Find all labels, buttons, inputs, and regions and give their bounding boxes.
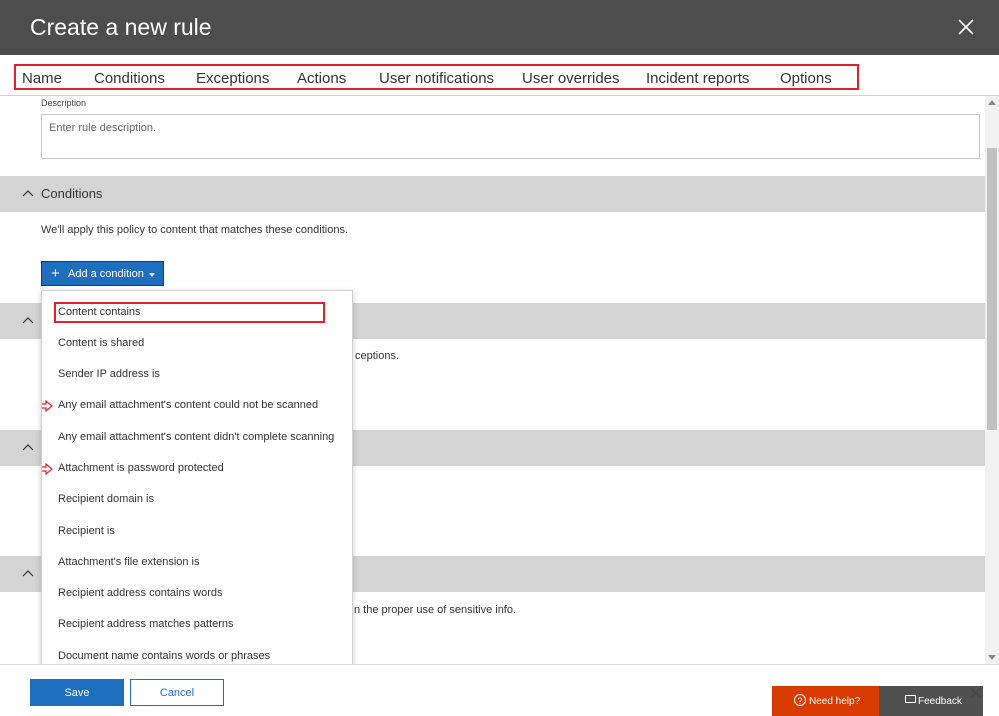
tab-name[interactable]: Name <box>22 70 62 87</box>
arrow-right-icon <box>42 400 53 412</box>
panel-footer: Save Cancel ? Need help? Feedback <box>0 664 999 716</box>
tab-options[interactable]: Options <box>780 70 832 87</box>
menu-item-file-extension[interactable]: Attachment's file extension is <box>58 556 200 568</box>
chevron-up-icon[interactable] <box>22 315 34 325</box>
menu-item-sender-ip[interactable]: Sender IP address is <box>58 368 160 380</box>
feedback-button[interactable]: Feedback <box>879 686 983 716</box>
help-icon: ? <box>794 694 806 706</box>
menu-item-attachment-scan-incomplete[interactable]: Any email attachment's content didn't co… <box>58 431 334 443</box>
conditions-section-title: Conditions <box>41 186 103 201</box>
scroll-up-icon[interactable] <box>988 100 996 105</box>
menu-item-content-is-shared[interactable]: Content is shared <box>58 337 144 349</box>
menu-item-address-matches-patterns[interactable]: Recipient address matches patterns <box>58 618 233 630</box>
feedback-label: Feedback <box>918 696 962 707</box>
menu-item-recipient-is[interactable]: Recipient is <box>58 525 115 537</box>
add-condition-label: Add a condition <box>68 268 144 280</box>
chevron-up-icon[interactable] <box>22 188 34 198</box>
rule-form-content: Description Conditions We'll apply this … <box>0 96 985 664</box>
save-button[interactable]: Save <box>30 679 124 706</box>
exceptions-description-fragment: ceptions. <box>355 350 400 362</box>
cancel-button[interactable]: Cancel <box>130 679 224 706</box>
vertical-scrollbar[interactable] <box>985 96 999 664</box>
need-help-button[interactable]: ? Need help? <box>772 686 879 716</box>
tab-actions[interactable]: Actions <box>297 70 346 87</box>
description-label: Description <box>41 98 87 108</box>
description-input[interactable] <box>42 115 979 141</box>
conditions-section-header[interactable]: Conditions <box>0 176 985 212</box>
menu-item-attachment-not-scanned[interactable]: Any email attachment's content could not… <box>58 399 318 411</box>
plus-icon: + <box>51 265 60 282</box>
tab-conditions[interactable]: Conditions <box>94 70 165 87</box>
feedback-icon <box>905 695 916 703</box>
menu-item-recipient-domain[interactable]: Recipient domain is <box>58 493 154 505</box>
menu-item-address-contains-words[interactable]: Recipient address contains words <box>58 587 222 599</box>
menu-item-document-name-contains[interactable]: Document name contains words or phrases <box>58 650 270 662</box>
menu-item-password-protected[interactable]: Attachment is password protected <box>58 462 224 474</box>
panel-header: Create a new rule <box>0 0 999 55</box>
chevron-up-icon[interactable] <box>22 442 34 452</box>
page-title: Create a new rule <box>30 14 212 40</box>
menu-item-content-contains[interactable]: Content contains <box>58 306 141 318</box>
tab-user-notifications[interactable]: User notifications <box>379 70 494 87</box>
notifications-description-fragment: n the proper use of sensitive info. <box>354 604 517 616</box>
scrollbar-thumb[interactable] <box>987 148 997 430</box>
tab-user-overrides[interactable]: User overrides <box>522 70 620 87</box>
scroll-down-icon[interactable] <box>988 655 996 660</box>
conditions-description: We'll apply this policy to content that … <box>41 224 349 236</box>
description-field[interactable] <box>41 114 980 159</box>
tab-incident-reports[interactable]: Incident reports <box>646 70 749 87</box>
close-icon[interactable] <box>957 18 975 36</box>
condition-dropdown-menu: Content contains Content is shared Sende… <box>41 290 353 664</box>
tab-strip: Name Conditions Exceptions Actions User … <box>0 55 999 96</box>
caret-down-icon <box>149 273 155 277</box>
arrow-right-icon <box>42 463 53 475</box>
tab-exceptions[interactable]: Exceptions <box>196 70 269 87</box>
chevron-up-icon[interactable] <box>22 568 34 578</box>
need-help-label: Need help? <box>809 696 861 707</box>
add-condition-button[interactable]: + Add a condition <box>41 261 164 286</box>
close-help-icon[interactable] <box>970 687 981 698</box>
